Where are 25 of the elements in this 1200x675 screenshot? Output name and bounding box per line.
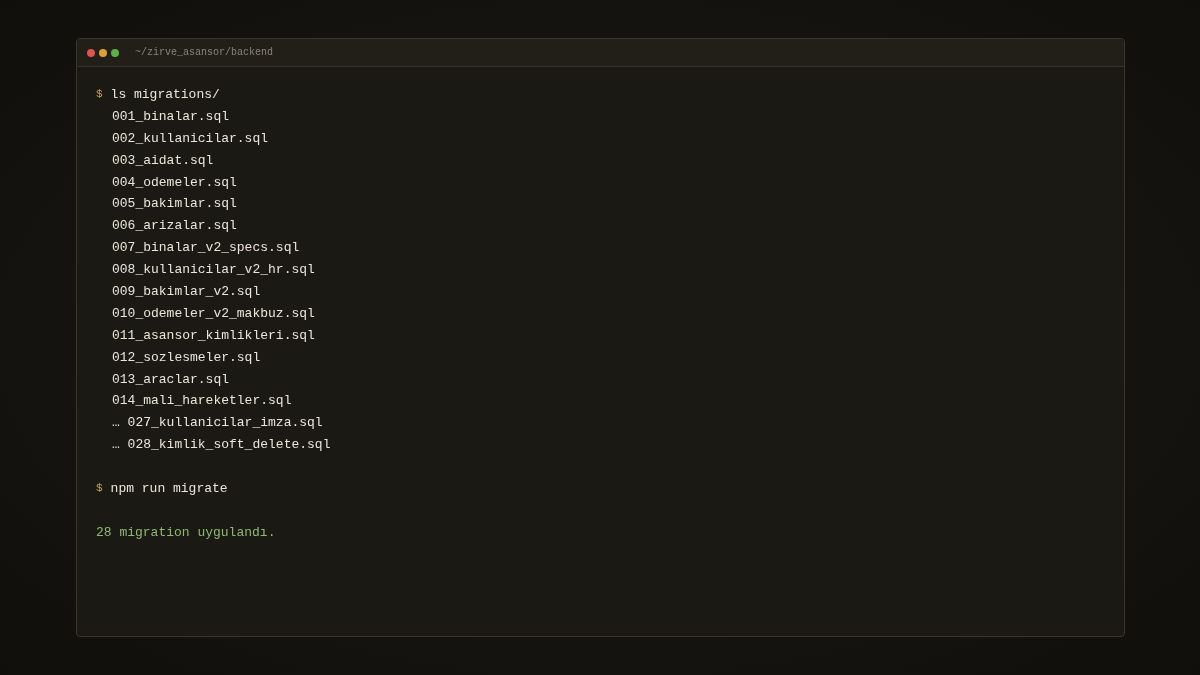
output-line: … 027_kullanicilar_imza.sql <box>111 414 323 433</box>
output-line: 010_odemeler_v2_makbuz.sql <box>111 304 315 323</box>
output-line: 011_asansor_kimlikleri.sql <box>111 326 315 345</box>
command-text: npm run migrate <box>110 480 228 499</box>
prompt-symbol: $ <box>96 481 103 497</box>
output-line: 004_odemeler.sql <box>111 173 237 192</box>
output-line: 008_kullanicilar_v2_hr.sql <box>111 261 315 280</box>
output-line: 014_mali_hareketler.sql <box>111 392 292 411</box>
output-line: 002_kullanicilar.sql <box>111 129 269 148</box>
output-line: … 028_kimlik_soft_delete.sql <box>111 436 331 455</box>
output-line: 013_araclar.sql <box>111 370 230 389</box>
close-button[interactable] <box>87 48 95 57</box>
window-title: ~/zirve_asansor/backend <box>135 46 274 60</box>
maximize-button[interactable] <box>111 48 119 57</box>
minimize-button[interactable] <box>99 48 107 57</box>
output-line: 006_arizalar.sql <box>111 217 237 236</box>
output-line: 012_sozlesmeler.sql <box>111 348 261 367</box>
command-text: ls migrations/ <box>110 86 220 104</box>
output-line: 001_binalar.sql <box>111 107 230 126</box>
output-line: 005_bakimlar.sql <box>111 195 237 214</box>
output-line: 009_bakimlar_v2.sql <box>111 283 261 301</box>
success-message: 28 migration uygulandı. <box>96 523 276 542</box>
output-line: 003_aidat.sql <box>111 151 214 170</box>
output-line: 007_binalar_v2_specs.sql <box>111 239 300 258</box>
prompt-symbol: $ <box>96 87 103 102</box>
